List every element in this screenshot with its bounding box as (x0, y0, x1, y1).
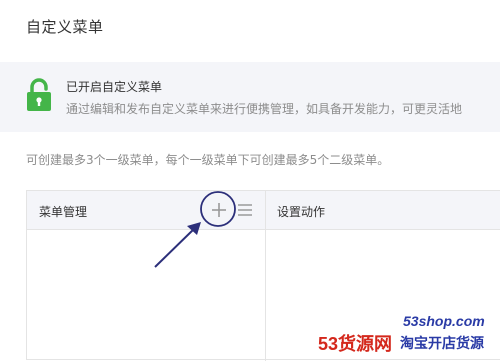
status-description: 通过编辑和发布自定义菜单来进行便携管理，如具备开发能力，可更灵活地 (66, 102, 463, 116)
menu-limit-note: 可创建最多3个一级菜单，每个一级菜单下可创建最多5个二级菜单。 (26, 153, 390, 167)
watermark-url: 53shop.com (403, 313, 485, 329)
status-panel: 已开启自定义菜单 通过编辑和发布自定义菜单来进行便携管理，如具备开发能力，可更灵… (0, 62, 500, 132)
lock-open-icon (27, 78, 51, 111)
list-icon (238, 204, 252, 216)
column-divider (265, 191, 266, 361)
add-menu-button[interactable] (207, 198, 231, 222)
sort-menu-button[interactable] (235, 200, 255, 220)
table-header: 菜单管理 设置动作 (27, 191, 500, 230)
page-title: 自定义菜单 (26, 18, 104, 36)
watermark-brand: 53货源网 (318, 334, 393, 354)
plus-icon (212, 203, 226, 217)
menu-manage-label: 菜单管理 (39, 205, 88, 219)
action-settings-label: 设置动作 (277, 205, 326, 219)
status-title: 已开启自定义菜单 (66, 80, 163, 94)
watermark-slogan: 淘宝开店货源 (400, 335, 484, 351)
